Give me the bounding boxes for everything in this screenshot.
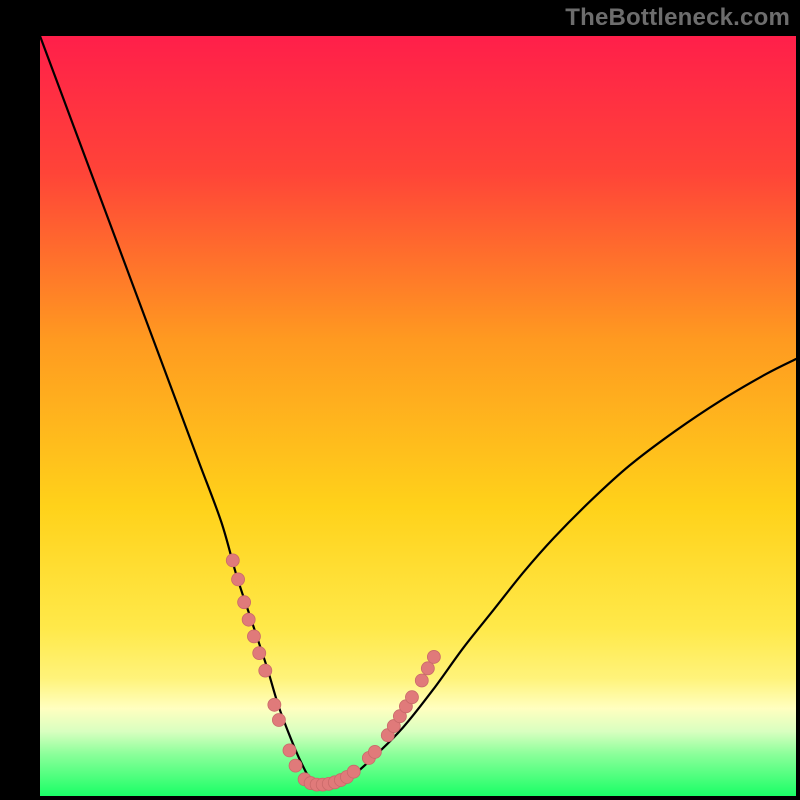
chart-frame: TheBottleneck.com: [0, 0, 800, 800]
curve-marker: [238, 596, 251, 609]
curve-marker: [368, 745, 381, 758]
curve-marker: [259, 664, 272, 677]
curve-marker: [247, 630, 260, 643]
watermark-text: TheBottleneck.com: [565, 4, 790, 32]
curve-marker: [289, 759, 302, 772]
plot-area: [40, 36, 796, 796]
curve-marker: [405, 691, 418, 704]
curve-marker: [283, 744, 296, 757]
curve-marker: [232, 573, 245, 586]
curve-marker: [253, 647, 266, 660]
curve-marker: [268, 698, 281, 711]
curve-marker: [242, 613, 255, 626]
curve-marker: [421, 662, 434, 675]
curve-marker: [226, 554, 239, 567]
curve-marker: [427, 650, 440, 663]
curve-marker: [347, 765, 360, 778]
curve-marker: [272, 714, 285, 727]
curve-marker: [415, 674, 428, 687]
bottleneck-chart: [40, 36, 796, 796]
